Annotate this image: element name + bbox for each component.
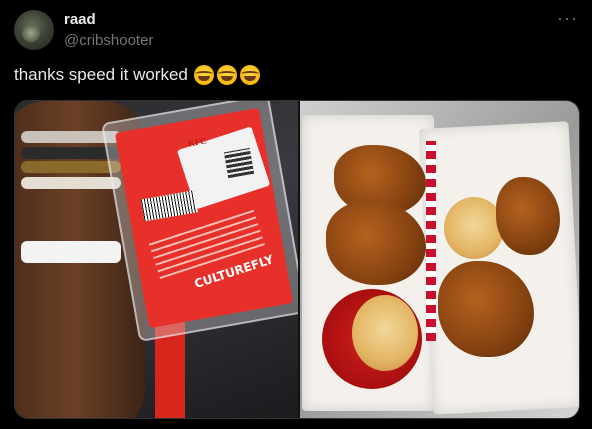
user-handle[interactable]: @cribshooter — [64, 32, 153, 49]
more-options-icon[interactable]: ··· — [557, 8, 578, 29]
face-with-tears-of-joy-icon — [239, 65, 260, 85]
barcode-icon — [140, 190, 198, 222]
face-with-tears-of-joy-icon — [193, 65, 214, 85]
photo-kfc-tag[interactable]: KFC CULTUREFLY — [15, 101, 298, 418]
photo-kfc-meal[interactable] — [300, 101, 579, 418]
wristband — [21, 241, 121, 263]
face-with-tears-of-joy-icon — [216, 65, 237, 85]
avatar[interactable] — [14, 10, 54, 50]
biscuit — [444, 197, 504, 259]
qr-code-icon — [223, 148, 255, 179]
tweet-text: thanks speed it worked — [14, 65, 260, 85]
media-container: KFC CULTUREFLY — [14, 100, 580, 419]
biscuit — [352, 295, 418, 371]
emoji-group — [193, 65, 260, 85]
display-name[interactable]: raad — [64, 11, 96, 28]
tweet-body: thanks speed it worked — [14, 65, 188, 84]
bracelet — [21, 161, 121, 173]
bracelet — [21, 177, 121, 189]
kfc-tag-card: KFC CULTUREFLY — [114, 107, 294, 329]
kfc-box-stripes — [426, 141, 436, 341]
